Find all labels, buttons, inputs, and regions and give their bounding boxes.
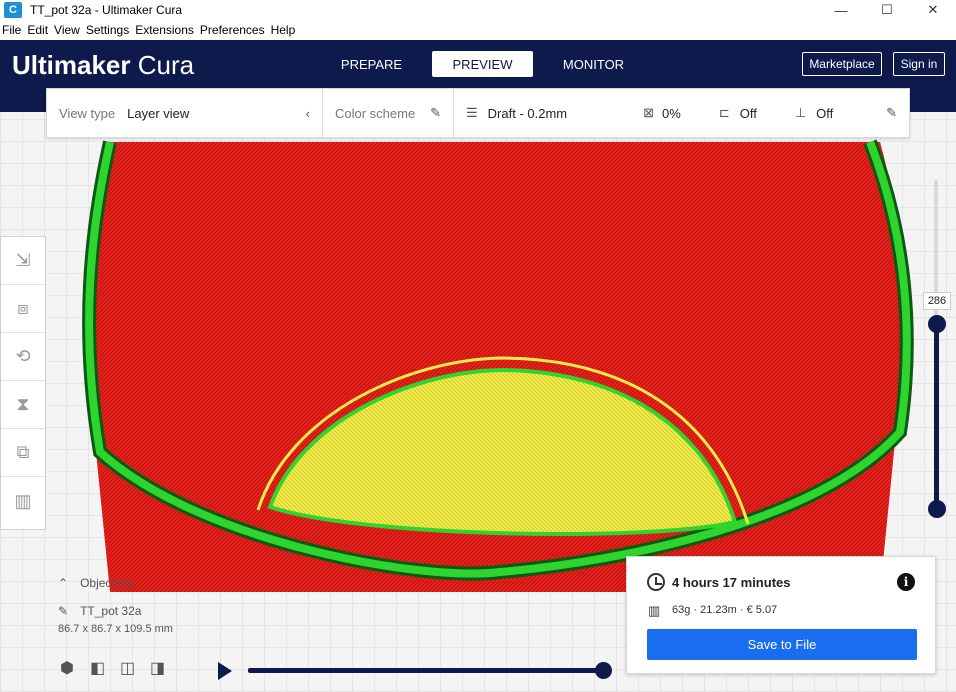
print-time: 4 hours 17 minutes (672, 575, 791, 590)
brand-light: Cura (137, 50, 195, 80)
view-type-label: View type (59, 105, 116, 121)
chevron-left-icon: ‹ (305, 105, 310, 121)
adhesion-value: Off (816, 105, 834, 121)
print-info-panel: 4 hours 17 minutes i ▥ 63g · 21.23m · € … (626, 556, 936, 674)
sign-in-button[interactable]: Sign in (893, 52, 945, 76)
cura-app-icon: C (4, 2, 22, 18)
view-type-value: Layer view (127, 105, 190, 121)
menu-settings[interactable]: Settings (86, 23, 129, 37)
menu-view[interactable]: View (54, 23, 80, 37)
object-dimensions: 86.7 x 86.7 x 109.5 mm (58, 623, 173, 635)
tab-prepare[interactable]: PREPARE (321, 51, 422, 77)
scale-tool-icon[interactable]: ⧈ (1, 285, 45, 333)
per-model-settings-icon[interactable]: ⧉ (1, 429, 45, 477)
minimize-button[interactable]: — (818, 0, 864, 20)
object-name: TT_pot 32a (80, 604, 142, 618)
menu-bar: File Edit View Settings Extensions Prefe… (0, 20, 956, 40)
tab-monitor[interactable]: MONITOR (543, 51, 644, 77)
move-tool-icon[interactable]: ⇲ (1, 237, 45, 285)
stage-tabs: PREPARE PREVIEW MONITOR (321, 51, 654, 77)
tab-preview[interactable]: PREVIEW (432, 51, 533, 77)
clock-icon (647, 573, 665, 591)
object-list-label: Object list (80, 576, 133, 590)
support-icon: ⊏ (718, 105, 730, 120)
profile-value: Draft - 0.2mm (487, 105, 568, 121)
play-icon[interactable] (218, 662, 232, 680)
menu-file[interactable]: File (2, 23, 21, 37)
profile-icon: ☰ (466, 105, 478, 120)
layer-number[interactable]: 286 (923, 292, 951, 310)
view-type-selector[interactable]: View type Layer view ‹ (47, 89, 323, 137)
infill-icon: ⊠ (643, 105, 655, 120)
3d-view-icon[interactable]: ⬢ (60, 658, 90, 678)
rotate-tool-icon[interactable]: ⟲ (1, 333, 45, 381)
color-scheme-selector[interactable]: Color scheme ✎ (323, 89, 454, 137)
pencil-icon: ✎ (886, 105, 897, 120)
brand-bold: Ultimaker (12, 50, 131, 80)
layer-lower-handle[interactable] (928, 500, 946, 518)
object-list-toggle[interactable]: ⌃ Object list (58, 574, 173, 592)
path-slider-track[interactable] (248, 668, 606, 673)
support-value: Off (739, 105, 757, 121)
infill-value: 0% (662, 105, 681, 121)
view-toolbar: View type Layer view ‹ Color scheme ✎ ☰ … (46, 88, 910, 138)
color-scheme-label: Color scheme (335, 105, 416, 121)
layer-slider-fill (934, 324, 939, 510)
camera-view-buttons: ⬢ ◧ ◫ ◨ (60, 658, 180, 678)
adhesion-icon: ⊥ (794, 105, 807, 120)
info-icon[interactable]: i (897, 573, 915, 591)
mirror-tool-icon[interactable]: ⧗ (1, 381, 45, 429)
layer-upper-handle[interactable] (928, 315, 946, 333)
spool-icon: ▥ (648, 603, 661, 618)
save-to-file-button[interactable]: Save to File (647, 629, 917, 660)
pencil-icon: ✎ (58, 604, 69, 618)
brand-logo: Ultimaker Cura (12, 50, 194, 81)
support-blocker-icon[interactable]: ▥ (1, 477, 45, 525)
print-stats: 63g · 21.23m · € 5.07 (672, 604, 778, 616)
close-button[interactable]: ✕ (910, 0, 956, 20)
menu-extensions[interactable]: Extensions (135, 23, 194, 37)
menu-edit[interactable]: Edit (27, 23, 48, 37)
object-list: ⌃ Object list ✎ TT_pot 32a 86.7 x 86.7 x… (58, 574, 173, 638)
left-view-icon[interactable]: ◨ (150, 658, 180, 678)
object-row[interactable]: ✎ TT_pot 32a (58, 602, 173, 620)
path-slider-handle[interactable] (595, 662, 612, 679)
maximize-button[interactable]: ☐ (864, 0, 910, 20)
marketplace-button[interactable]: Marketplace (802, 52, 882, 76)
menu-help[interactable]: Help (271, 23, 296, 37)
print-settings-selector[interactable]: ☰ Draft - 0.2mm ⊠ 0% ⊏ Off ⊥ Off ✎ (454, 89, 909, 137)
chevron-up-icon: ⌃ (58, 576, 69, 590)
pencil-icon: ✎ (430, 105, 441, 120)
window-title: TT_pot 32a - Ultimaker Cura (30, 3, 183, 17)
tool-column: ⇲ ⧈ ⟲ ⧗ ⧉ ▥ (0, 236, 46, 530)
menu-preferences[interactable]: Preferences (200, 23, 265, 37)
front-view-icon[interactable]: ◧ (90, 658, 120, 678)
window-title-bar: C TT_pot 32a - Ultimaker Cura — ☐ ✕ (0, 0, 956, 20)
top-view-icon[interactable]: ◫ (120, 658, 150, 678)
